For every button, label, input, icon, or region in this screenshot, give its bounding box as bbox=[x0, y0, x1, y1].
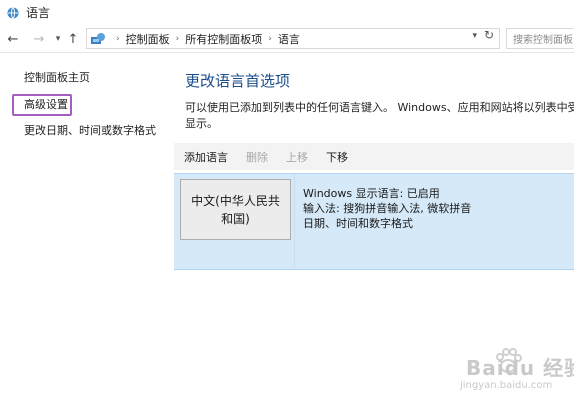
language-name-line-1: 中文(中华人民共 bbox=[191, 193, 280, 208]
language-list-item[interactable]: 中文(中华人民共 和国) Windows 显示语言: 已启用 输入法: 搜狗拼音… bbox=[174, 173, 574, 270]
add-language-button[interactable]: 添加语言 bbox=[184, 149, 228, 165]
baidu-jingyan-watermark: Baidu 经验 jingyan.baidu.com bbox=[446, 346, 574, 396]
navigation-bar: ← → ▾ ↑ › 控制面板 › 所有控制面板项 › 语言 ▾ ↻ bbox=[0, 26, 574, 53]
address-dropdown-chevron-icon[interactable]: ▾ bbox=[472, 31, 477, 41]
up-arrow-icon[interactable]: ↑ bbox=[64, 29, 82, 49]
sidebar-link-date-time-format[interactable]: 更改日期、时间或数字格式 bbox=[24, 122, 156, 138]
recent-locations-chevron-down-icon[interactable]: ▾ bbox=[52, 29, 64, 49]
breadcrumb-separator-icon: › bbox=[175, 33, 180, 44]
watermark-url: jingyan.baidu.com bbox=[460, 380, 553, 391]
language-toolbar: 添加语言 删除 上移 下移 bbox=[174, 143, 574, 170]
date-time-format-label: 日期、时间和数字格式 bbox=[303, 217, 413, 230]
watermark-main-text: Baidu 经验 bbox=[466, 356, 574, 380]
remove-language-button[interactable]: 删除 bbox=[246, 149, 268, 165]
control-panel-icon bbox=[91, 32, 105, 44]
breadcrumb-all-items[interactable]: 所有控制面板项 bbox=[185, 31, 262, 47]
description-line-1: 可以使用已添加到列表中的任何语言键入。 Windows、应用和网站将以列表中受支… bbox=[185, 101, 574, 114]
move-down-button[interactable]: 下移 bbox=[326, 149, 348, 165]
description-line-2: 显示。 bbox=[185, 117, 218, 130]
breadcrumb-separator-icon: › bbox=[116, 33, 120, 44]
refresh-icon[interactable]: ↻ bbox=[484, 28, 494, 42]
breadcrumb-language[interactable]: 语言 bbox=[278, 31, 300, 47]
input-method-list: 输入法: 搜狗拼音输入法, 微软拼音 bbox=[303, 202, 472, 215]
sidebar-link-advanced-settings[interactable]: 高级设置 bbox=[12, 94, 72, 116]
breadcrumb-control-panel[interactable]: 控制面板 bbox=[126, 31, 170, 47]
display-language-status: Windows 显示语言: 已启用 bbox=[303, 187, 440, 200]
title-bar: 语言 bbox=[0, 0, 574, 25]
search-input[interactable]: 搜索控制面板 bbox=[506, 28, 574, 49]
page-description: 可以使用已添加到列表中的任何语言键入。 Windows、应用和网站将以列表中受支… bbox=[185, 100, 574, 132]
breadcrumb-separator-icon: › bbox=[268, 33, 272, 44]
page-title: 更改语言首选项 bbox=[185, 72, 291, 90]
window-title: 语言 bbox=[26, 6, 51, 20]
language-app-icon bbox=[7, 6, 19, 19]
language-name-button[interactable]: 中文(中华人民共 和国) bbox=[180, 179, 291, 240]
language-details: Windows 显示语言: 已启用 输入法: 搜狗拼音输入法, 微软拼音 日期、… bbox=[294, 174, 574, 270]
forward-arrow-icon[interactable]: → bbox=[30, 29, 48, 49]
language-name-line-2: 和国) bbox=[221, 211, 250, 226]
sidebar-link-advanced-label: 高级设置 bbox=[24, 98, 68, 111]
address-bar[interactable]: › 控制面板 › 所有控制面板项 › 语言 ▾ bbox=[86, 28, 500, 49]
move-up-button[interactable]: 上移 bbox=[286, 149, 308, 165]
back-arrow-icon[interactable]: ← bbox=[4, 29, 22, 49]
